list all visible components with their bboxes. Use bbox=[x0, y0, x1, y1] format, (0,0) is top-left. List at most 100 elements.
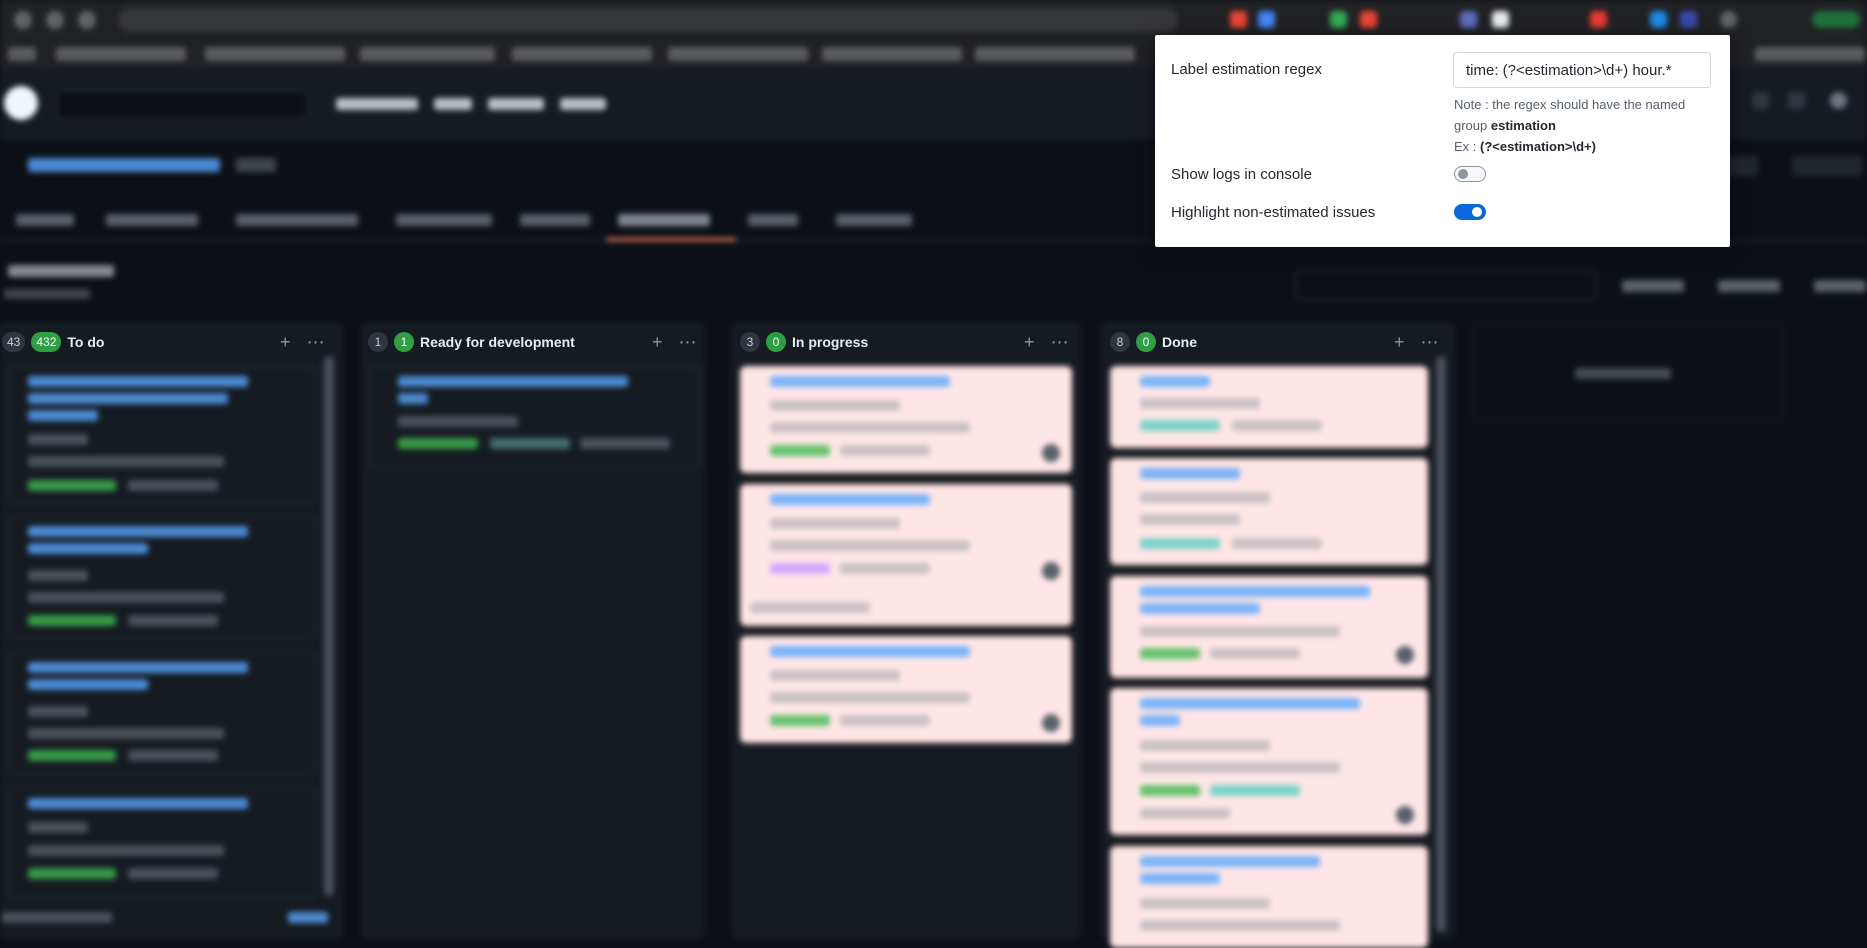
assignee-avatar bbox=[1042, 444, 1060, 462]
card-title[interactable] bbox=[1140, 873, 1220, 884]
repo-path[interactable] bbox=[28, 158, 220, 172]
star-button[interactable] bbox=[1792, 156, 1862, 176]
header-nav-link[interactable] bbox=[488, 98, 544, 110]
card-title[interactable] bbox=[28, 662, 248, 673]
card-label bbox=[1140, 648, 1200, 659]
toggle-knob bbox=[1472, 207, 1482, 217]
kebab-icon[interactable]: ⋯ bbox=[1421, 333, 1439, 351]
bookmark[interactable] bbox=[8, 47, 36, 61]
card-title[interactable] bbox=[770, 646, 970, 657]
card-label bbox=[840, 563, 930, 574]
card-title[interactable] bbox=[770, 494, 930, 505]
menu-button[interactable] bbox=[1814, 280, 1866, 292]
extension-icon[interactable] bbox=[1492, 11, 1509, 28]
bookmark[interactable] bbox=[512, 47, 652, 61]
bookmark[interactable] bbox=[56, 47, 186, 61]
tab-settings[interactable] bbox=[836, 214, 912, 226]
extension-icon[interactable] bbox=[1230, 11, 1247, 28]
tab-actions[interactable] bbox=[520, 214, 590, 226]
bookmark[interactable] bbox=[1755, 47, 1865, 61]
card-label bbox=[1232, 538, 1322, 549]
extension-icon[interactable] bbox=[1590, 11, 1607, 28]
card-title[interactable] bbox=[28, 410, 98, 421]
plus-icon[interactable]: + bbox=[652, 333, 663, 351]
fullscreen-button[interactable] bbox=[1718, 280, 1780, 292]
header-nav-link[interactable] bbox=[434, 98, 472, 110]
extension-icon[interactable] bbox=[1680, 11, 1697, 28]
github-logo-icon[interactable] bbox=[4, 86, 38, 120]
card-label bbox=[1210, 785, 1300, 796]
card-title[interactable] bbox=[1140, 603, 1260, 614]
card-title[interactable] bbox=[28, 393, 228, 404]
bookmark[interactable] bbox=[360, 47, 495, 61]
note-text: Note : the regex should have the named g… bbox=[1454, 97, 1686, 133]
column-footer-link[interactable] bbox=[288, 912, 328, 923]
card-title[interactable] bbox=[1140, 376, 1210, 387]
card-title[interactable] bbox=[1140, 856, 1320, 867]
extension-icon[interactable] bbox=[1330, 11, 1347, 28]
card-label bbox=[840, 445, 930, 456]
card-title[interactable] bbox=[28, 798, 248, 809]
tab-issues[interactable] bbox=[106, 214, 198, 226]
tab-discussions[interactable] bbox=[396, 214, 492, 226]
avatar[interactable] bbox=[1830, 92, 1847, 109]
extension-icon[interactable] bbox=[1460, 11, 1477, 28]
card-title[interactable] bbox=[398, 393, 428, 404]
card-title[interactable] bbox=[28, 543, 148, 554]
add-cards-button[interactable] bbox=[1622, 280, 1684, 292]
filter-cards-input[interactable] bbox=[1295, 270, 1597, 300]
highlight-toggle[interactable] bbox=[1454, 204, 1486, 220]
bookmark[interactable] bbox=[668, 47, 808, 61]
plus-icon[interactable]: + bbox=[1024, 333, 1035, 351]
tab-projects[interactable] bbox=[618, 214, 710, 226]
tab-wiki[interactable] bbox=[748, 214, 798, 226]
column-scrollbar[interactable] bbox=[1436, 356, 1446, 932]
site-search-input[interactable] bbox=[56, 90, 308, 120]
column-title: To do bbox=[67, 334, 105, 350]
add-column-label bbox=[1575, 368, 1671, 379]
card-label bbox=[1140, 538, 1220, 549]
column-scrollbar[interactable] bbox=[324, 356, 334, 896]
logs-toggle[interactable] bbox=[1454, 166, 1486, 182]
card-title[interactable] bbox=[28, 526, 248, 537]
card-label bbox=[1232, 420, 1322, 431]
kebab-icon[interactable]: ⋯ bbox=[1051, 333, 1069, 351]
bookmark[interactable] bbox=[822, 47, 962, 61]
profile-icon[interactable] bbox=[1720, 11, 1737, 28]
card-title[interactable] bbox=[1140, 698, 1360, 709]
update-button[interactable] bbox=[1812, 11, 1860, 28]
kebab-icon[interactable]: ⋯ bbox=[307, 333, 325, 351]
card-title[interactable] bbox=[1140, 468, 1240, 479]
kebab-icon[interactable]: ⋯ bbox=[679, 333, 697, 351]
extension-icon[interactable] bbox=[1360, 11, 1377, 28]
card-title[interactable] bbox=[28, 679, 148, 690]
plus-icon[interactable]: + bbox=[280, 333, 291, 351]
tab-code[interactable] bbox=[16, 214, 74, 226]
bookmark[interactable] bbox=[205, 47, 345, 61]
plus-icon[interactable]: + bbox=[1394, 333, 1405, 351]
header-nav-link[interactable] bbox=[560, 98, 606, 110]
address-bar[interactable] bbox=[118, 8, 1178, 32]
card-title[interactable] bbox=[28, 376, 248, 387]
column-count-badge: 0 bbox=[766, 332, 786, 352]
notifications-icon[interactable] bbox=[1752, 92, 1769, 109]
card-meta bbox=[28, 706, 88, 717]
card-title[interactable] bbox=[398, 376, 628, 387]
card-title[interactable] bbox=[770, 376, 950, 387]
reload-icon[interactable] bbox=[78, 11, 96, 29]
forward-icon[interactable] bbox=[46, 11, 64, 29]
column-title: In progress bbox=[792, 334, 869, 350]
extension-icon[interactable] bbox=[1258, 11, 1275, 28]
card-label bbox=[770, 445, 830, 456]
create-icon[interactable] bbox=[1788, 92, 1805, 109]
column-actions-progress: + ⋯ bbox=[1024, 330, 1069, 354]
assignee-avatar bbox=[1396, 646, 1414, 664]
bookmark[interactable] bbox=[975, 47, 1135, 61]
regex-input[interactable] bbox=[1453, 52, 1711, 88]
back-icon[interactable] bbox=[14, 11, 32, 29]
card-title[interactable] bbox=[1140, 586, 1370, 597]
header-nav-link[interactable] bbox=[336, 98, 418, 110]
card-title[interactable] bbox=[1140, 715, 1180, 726]
tab-pull-requests[interactable] bbox=[236, 214, 358, 226]
extension-icon[interactable] bbox=[1650, 11, 1667, 28]
